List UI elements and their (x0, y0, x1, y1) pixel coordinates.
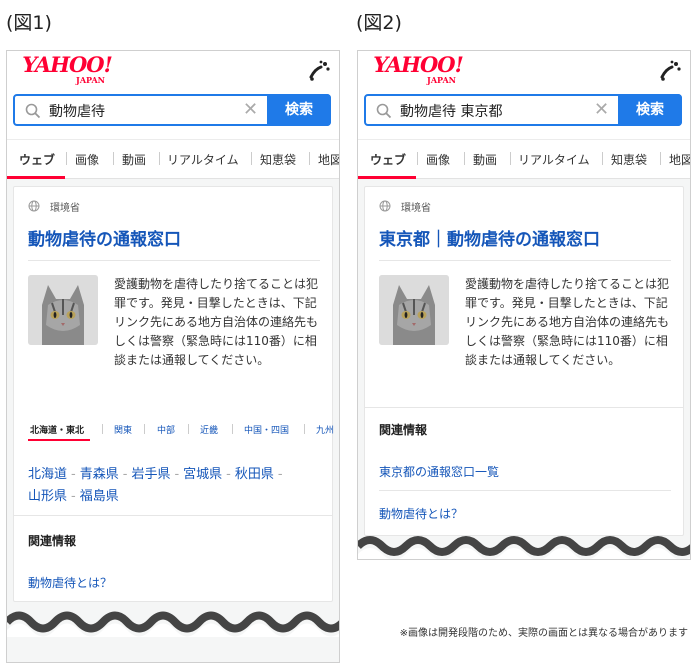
yahoo-logo[interactable]: YAHOO! JAPAN (21, 54, 113, 85)
tab-videos[interactable]: 動画 (473, 151, 497, 168)
clear-icon[interactable]: ✕ (243, 101, 258, 119)
tab-images[interactable]: 画像 (75, 151, 99, 168)
figure1-screen: YAHOO! JAPAN 動物虐待 ✕ 検索 ウェブ 画像 動画 リアルタイム … (6, 50, 340, 663)
link-miyagi[interactable]: 宮城県 (183, 467, 222, 482)
figure1-label: (図1) (6, 12, 52, 34)
search-input[interactable]: 動物虐待 東京都 ✕ 検索 (364, 94, 682, 126)
link-aomori[interactable]: 青森県 (80, 467, 119, 482)
tab-images[interactable]: 画像 (426, 151, 450, 168)
cat-thumbnail (28, 275, 98, 345)
result-source: 環境省 (50, 203, 80, 214)
result-description: 愛護動物を虐待したり捨てることは犯罪です。発見・目撃したときは、下記リンク先にあ… (465, 277, 670, 367)
search-tabs: ウェブ 画像 動画 リアルタイム 知恵袋 地図 (7, 139, 339, 179)
cat-thumbnail (379, 275, 449, 345)
tab-videos[interactable]: 動画 (122, 151, 146, 168)
tab-realtime[interactable]: リアルタイム (518, 151, 590, 168)
globe-icon (28, 200, 40, 212)
search-icon (25, 103, 41, 119)
prefecture-links-row2: 山形県 - 福島県 (28, 489, 119, 504)
search-input-value: 動物虐待 東京都 (400, 104, 503, 120)
figure2-screen: YAHOO! JAPAN 動物虐待 東京都 ✕ 検索 ウェブ 画像 動画 リアル… (357, 50, 691, 560)
tab-web[interactable]: ウェブ (370, 151, 406, 168)
brush-menu-icon[interactable] (307, 59, 331, 81)
result-description: 愛護動物を虐待したり捨てることは犯罪です。発見・目撃したときは、下記リンク先にあ… (114, 277, 319, 367)
tab-realtime[interactable]: リアルタイム (167, 151, 239, 168)
search-bar: 動物虐待 ✕ 検索 (7, 91, 339, 139)
tab-chiebukuro[interactable]: 知恵袋 (611, 151, 647, 168)
cutoff-wave (358, 536, 690, 559)
tab-chiebukuro[interactable]: 知恵袋 (260, 151, 296, 168)
tab-map[interactable]: 地図 (318, 151, 339, 168)
cutoff-wave (7, 611, 339, 637)
tab-web[interactable]: ウェブ (19, 151, 55, 168)
related-link-what-is-abuse[interactable]: 動物虐待とは？ (379, 505, 463, 522)
region-tab-kyushu[interactable]: 九州 (316, 423, 334, 436)
header: YAHOO! JAPAN (358, 51, 690, 91)
clear-icon[interactable]: ✕ (594, 101, 609, 119)
result-card: 環境省 動物虐待の通報窓口 愛護動物を虐待したり捨てることは犯罪です。発見・目撃… (13, 186, 334, 602)
link-iwate[interactable]: 岩手県 (131, 467, 170, 482)
result-title-link[interactable]: 動物虐待の通報窓口 (28, 225, 181, 250)
header: YAHOO! JAPAN (7, 51, 339, 91)
footnote: ※画像は開発段階のため、実際の画面とは異なる場合があります (399, 628, 688, 639)
region-tabs: 北海道・東北 関東 中部 近畿 中国・四国 九州 (28, 419, 334, 441)
related-link-what-is-abuse[interactable]: 動物虐待とは？ (28, 574, 112, 591)
region-tab-kanto[interactable]: 関東 (114, 423, 132, 436)
search-bar: 動物虐待 東京都 ✕ 検索 (358, 91, 690, 139)
active-tab-indicator (7, 176, 65, 179)
search-icon (376, 103, 392, 119)
related-info-heading: 関連情報 (379, 423, 428, 437)
brush-menu-icon[interactable] (658, 59, 682, 81)
result-source: 環境省 (401, 203, 431, 214)
link-fukushima[interactable]: 福島県 (80, 489, 119, 504)
active-tab-indicator (358, 176, 416, 179)
region-tab-kinki[interactable]: 近畿 (200, 423, 218, 436)
globe-icon (379, 200, 391, 212)
search-tabs: ウェブ 画像 動画 リアルタイム 知恵袋 地図 (358, 139, 690, 179)
region-tab-chubu[interactable]: 中部 (157, 423, 175, 436)
search-button[interactable]: 検索 (267, 94, 331, 126)
related-link-tokyo-windows[interactable]: 東京都の通報窓口一覧 (379, 463, 499, 480)
search-button[interactable]: 検索 (618, 94, 682, 126)
yahoo-logo[interactable]: YAHOO! JAPAN (372, 54, 464, 85)
link-hokkaido[interactable]: 北海道 (28, 467, 67, 482)
search-input-value: 動物虐待 (49, 104, 105, 120)
tab-map[interactable]: 地図 (669, 151, 690, 168)
search-input[interactable]: 動物虐待 ✕ 検索 (13, 94, 331, 126)
related-info-heading: 関連情報 (28, 534, 77, 548)
link-yamagata[interactable]: 山形県 (28, 489, 67, 504)
result-title-link[interactable]: 東京都｜動物虐待の通報窓口 (379, 225, 600, 250)
result-card: 環境省 東京都｜動物虐待の通報窓口 愛護動物を虐待したり捨てることは犯罪です。発… (364, 186, 684, 536)
prefecture-links-row1: 北海道 - 青森県 - 岩手県 - 宮城県 - 秋田県 - (28, 467, 283, 482)
link-akita[interactable]: 秋田県 (235, 467, 274, 482)
region-tab-chugoku-shikoku[interactable]: 中国・四国 (244, 423, 289, 436)
region-tab-hokkaido-tohoku[interactable]: 北海道・東北 (30, 423, 84, 436)
figure2-label: (図2) (356, 12, 402, 34)
